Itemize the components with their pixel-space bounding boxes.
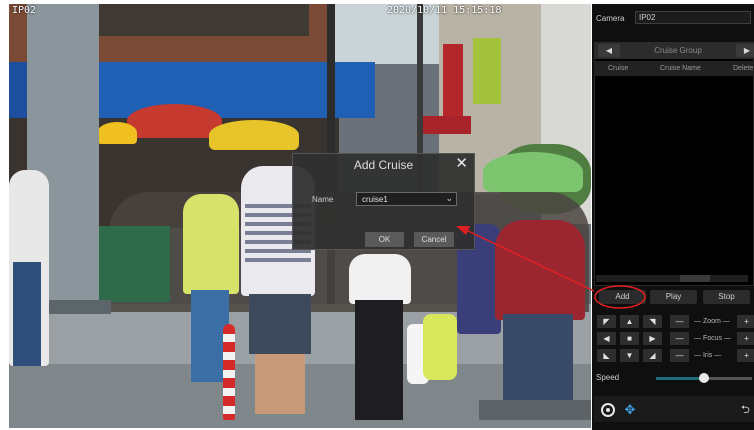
scene-umbrella-yellow xyxy=(209,120,299,150)
speed-slider-rest[interactable] xyxy=(704,377,752,380)
ptz-up-button[interactable]: ▲ xyxy=(620,315,639,328)
speed-slider-handle[interactable] xyxy=(699,373,709,383)
close-icon[interactable]: ✕ xyxy=(455,156,468,172)
camera-select-value: IP02 xyxy=(639,13,656,22)
scene-banner xyxy=(473,38,501,104)
scene-stair-railing xyxy=(95,226,170,302)
iris-open-button[interactable]: + xyxy=(737,349,754,362)
scene-person xyxy=(355,300,403,420)
dialog-titlebar: Add Cruise ✕ xyxy=(293,154,474,176)
stop-cruise-button[interactable]: Stop xyxy=(703,290,750,304)
iris-close-button[interactable]: — xyxy=(670,349,689,362)
column-header-cruise: Cruise xyxy=(608,65,629,72)
scene-umbrella-small xyxy=(97,122,137,144)
scene-windows xyxy=(99,4,309,36)
scene-person xyxy=(249,294,311,354)
scene-person xyxy=(255,354,305,414)
add-cruise-button[interactable]: Add xyxy=(599,290,646,304)
focus-label: — Focus — xyxy=(694,335,731,342)
scene-person xyxy=(503,314,573,406)
move-icon[interactable]: ✥ xyxy=(622,402,638,418)
ptz-down-right-button[interactable]: ◢ xyxy=(643,349,662,362)
cruise-table-header: Cruise Cruise Name Delete xyxy=(594,61,754,76)
scene-person xyxy=(183,194,239,294)
scene-person xyxy=(349,254,411,304)
ptz-up-right-button[interactable]: ◥ xyxy=(643,315,662,328)
ptz-stop-button[interactable]: ■ xyxy=(620,332,639,345)
scene-sign-left xyxy=(9,62,27,122)
ptz-control-panel: Camera IP02 ◀ Cruise Group ▶ Cruise Crui… xyxy=(592,4,754,430)
ptz-left-button[interactable]: ◀ xyxy=(597,332,616,345)
ptz-right-button[interactable]: ▶ xyxy=(643,332,662,345)
scene-liquor-sign xyxy=(443,44,463,124)
scrollbar-thumb[interactable] xyxy=(680,275,710,282)
ok-button[interactable]: OK xyxy=(365,232,404,247)
chevron-down-icon[interactable]: ⌄ xyxy=(445,193,453,204)
scene-person xyxy=(495,220,585,320)
iris-label-text: Iris xyxy=(702,352,713,359)
ptz-down-button[interactable]: ▼ xyxy=(620,349,639,362)
column-header-delete: Delete xyxy=(733,65,754,72)
scene-grate xyxy=(479,400,591,420)
camera-select[interactable]: IP02 xyxy=(635,11,751,24)
back-icon[interactable]: ⮌ xyxy=(741,402,754,418)
scene-umbrella-striped xyxy=(223,324,235,420)
ptz-down-left-button[interactable]: ◣ xyxy=(597,349,616,362)
scene-liquor-store-sign xyxy=(421,116,471,134)
cruise-list-scrollbar[interactable] xyxy=(596,275,748,282)
scene-umbrella-green xyxy=(483,152,583,192)
camera-channel-label: IP02 xyxy=(12,5,37,16)
play-cruise-button[interactable]: Play xyxy=(650,290,697,304)
zoom-label-text: Zoom xyxy=(702,318,721,325)
focus-label-text: Focus xyxy=(702,335,723,342)
column-header-cruise-name: Cruise Name xyxy=(660,65,701,72)
cancel-button[interactable]: Cancel xyxy=(414,232,454,247)
cruise-group-bar: ◀ Cruise Group ▶ xyxy=(594,42,754,59)
camera-label: Camera xyxy=(596,14,625,23)
iris-label: — Iris — xyxy=(694,352,722,359)
scene-umbrella-red xyxy=(127,104,222,138)
cruise-name-select[interactable]: cruise1 ⌄ xyxy=(356,192,457,206)
add-cruise-dialog: Add Cruise ✕ Name cruise1 ⌄ OK Cancel xyxy=(292,153,475,250)
cruise-group-label: Cruise Group xyxy=(654,46,702,55)
record-icon[interactable] xyxy=(601,403,615,417)
zoom-label: — Zoom — xyxy=(694,318,730,325)
bottom-toolbar xyxy=(594,396,754,422)
focus-far-button[interactable]: + xyxy=(737,332,754,345)
name-label: Name xyxy=(312,195,334,204)
zoom-out-button[interactable]: — xyxy=(670,315,689,328)
scene-person xyxy=(13,262,41,366)
cruise-group-next-button[interactable]: ▶ xyxy=(736,44,754,57)
speed-label: Speed xyxy=(596,373,620,382)
cruise-name-value: cruise1 xyxy=(362,195,388,204)
zoom-in-button[interactable]: + xyxy=(737,315,754,328)
dialog-title: Add Cruise xyxy=(353,158,414,172)
camera-timestamp: 2020/10/11 15:15:18 xyxy=(387,5,502,16)
ptz-up-left-button[interactable]: ◤ xyxy=(597,315,616,328)
cruise-group-prev-button[interactable]: ◀ xyxy=(598,44,620,57)
focus-near-button[interactable]: — xyxy=(670,332,689,345)
scene-bag xyxy=(423,314,457,380)
cruise-list xyxy=(594,42,754,286)
